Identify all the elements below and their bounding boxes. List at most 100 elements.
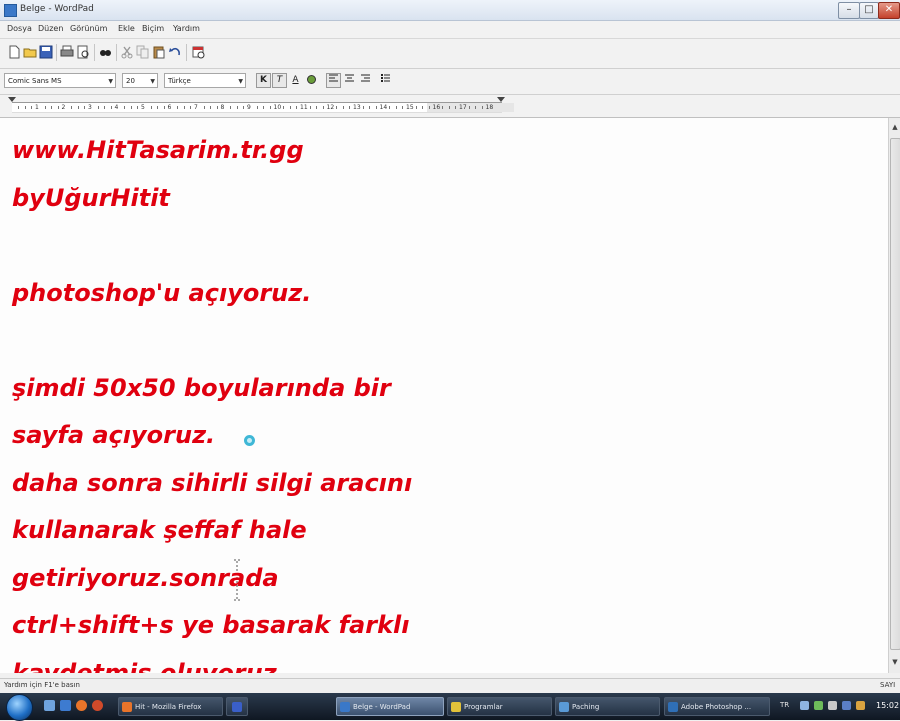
taskbar-item-programs[interactable]: Programlar xyxy=(447,697,552,716)
menu-edit[interactable]: Düzen xyxy=(38,24,63,33)
ruler-number: 5 xyxy=(141,104,145,111)
taskbar-item-label: Hit - Mozilla Firefox xyxy=(135,703,202,711)
language-indicator[interactable]: TR xyxy=(780,701,789,709)
ruler-number: 2 xyxy=(61,104,66,111)
show-desktop-icon[interactable] xyxy=(44,700,55,711)
taskbar-item-wordpad[interactable]: Belge - WordPad xyxy=(336,697,444,716)
ruler-tick xyxy=(455,106,457,109)
ruler-tick xyxy=(422,106,424,109)
clock[interactable]: 15:02 xyxy=(876,701,899,710)
font-name-select[interactable]: Comic Sans MS ▼ xyxy=(4,73,116,88)
ruler-tick xyxy=(18,106,20,109)
tray-app-icon[interactable] xyxy=(842,701,851,710)
paste-icon[interactable] xyxy=(152,45,166,59)
tray-app-icon[interactable] xyxy=(856,701,865,710)
status-help-text: Yardım için F1'e basın xyxy=(4,681,80,689)
document-area[interactable]: www.HitTasarim.tr.gg byUğurHitit photoshop… xyxy=(0,118,888,673)
print-icon[interactable] xyxy=(60,45,74,59)
taskbar-item-photoshop[interactable]: Adobe Photoshop ... xyxy=(664,697,770,716)
ruler-tick xyxy=(130,106,132,109)
start-button[interactable] xyxy=(6,694,33,721)
script-value: Türkçe xyxy=(168,77,191,85)
find-icon[interactable] xyxy=(98,45,112,59)
ruler-tick xyxy=(336,106,338,109)
taskbar-item-label: Belge - WordPad xyxy=(353,703,411,711)
copy-icon[interactable] xyxy=(136,45,150,59)
undo-icon[interactable] xyxy=(168,45,182,59)
ie-icon[interactable] xyxy=(60,700,71,711)
taskbar-item-unnamed[interactable] xyxy=(226,697,248,716)
close-button[interactable]: ✕ xyxy=(878,2,900,19)
ruler[interactable]: 1 2 3 4 5 6 7 8 9 10 11 12 13 14 15 16 17 18 xyxy=(0,95,900,118)
network-icon[interactable] xyxy=(800,701,809,710)
menu-help[interactable]: Yardım xyxy=(173,24,200,33)
document-line: photoshop'u açıyoruz. xyxy=(12,278,312,307)
align-center-button[interactable] xyxy=(342,73,357,88)
ruler-tick xyxy=(475,106,477,109)
ruler-tick xyxy=(349,106,351,109)
bullets-button[interactable] xyxy=(378,73,393,88)
ruler-number: 7 xyxy=(194,104,198,111)
scroll-thumb[interactable] xyxy=(890,138,900,650)
open-icon[interactable] xyxy=(23,45,37,59)
align-left-button[interactable] xyxy=(326,73,341,88)
ruler-number: 1 xyxy=(35,104,39,111)
ruler-tick xyxy=(190,106,192,109)
script-select[interactable]: Türkçe ▼ xyxy=(164,73,246,88)
format-toolbar: Comic Sans MS ▼ 20 ▼ Türkçe ▼ K T A xyxy=(0,69,900,95)
font-size-select[interactable]: 20 ▼ xyxy=(122,73,158,88)
menu-file[interactable]: Dosya xyxy=(7,24,32,33)
print-preview-icon[interactable] xyxy=(76,45,90,59)
document-line: sayfa açıyoruz. xyxy=(12,421,216,449)
taskbar-item-paching[interactable]: Paching xyxy=(555,697,660,716)
cut-icon[interactable] xyxy=(120,45,134,59)
ruler-tick xyxy=(448,106,450,109)
tray-app-icon[interactable] xyxy=(814,701,823,710)
minimize-button[interactable]: – xyxy=(838,2,860,19)
maximize-button[interactable]: □ xyxy=(859,2,879,19)
menu-insert[interactable]: Ekle xyxy=(118,24,135,33)
document-line: şimdi 50x50 boyularında bir xyxy=(12,373,391,402)
title-bar: Belge - WordPad – □ ✕ xyxy=(0,0,900,21)
wordpad-icon xyxy=(4,4,17,17)
ruler-tick xyxy=(283,106,285,109)
volume-icon[interactable] xyxy=(828,701,837,710)
ruler-tick xyxy=(481,106,483,109)
new-icon[interactable] xyxy=(7,45,21,59)
bold-button[interactable]: K xyxy=(256,73,271,88)
ruler-track: 1 2 3 4 5 6 7 8 9 10 11 12 13 14 15 16 17 18 xyxy=(12,102,514,113)
underline-button[interactable]: A xyxy=(288,73,303,88)
ruler-number: 15 xyxy=(406,104,414,111)
menu-view[interactable]: Görünüm xyxy=(70,24,107,33)
font-name-value: Comic Sans MS xyxy=(8,77,62,85)
media-icon[interactable] xyxy=(92,700,103,711)
ruler-tick xyxy=(263,106,265,109)
align-right-button[interactable] xyxy=(358,73,373,88)
ruler-tick xyxy=(124,106,126,109)
insert-datetime-icon[interactable] xyxy=(191,45,205,59)
scroll-down-icon[interactable]: ▼ xyxy=(889,655,900,669)
ruler-tick xyxy=(77,106,79,109)
toolbar-separator xyxy=(116,44,117,61)
menu-format[interactable]: Biçim xyxy=(142,24,164,33)
font-color-button[interactable] xyxy=(304,73,319,88)
ruler-number: 16 xyxy=(432,104,441,111)
document-line: www.HitTasarim.tr.gg xyxy=(12,136,304,164)
ruler-tick xyxy=(210,106,212,109)
ruler-tick xyxy=(402,106,404,109)
ruler-tick xyxy=(157,106,159,109)
toolbar-separator xyxy=(94,44,95,61)
firefox-icon[interactable] xyxy=(76,700,87,711)
save-icon[interactable] xyxy=(39,45,53,59)
ruler-number: 13 xyxy=(353,104,361,111)
italic-button[interactable]: T xyxy=(272,73,287,88)
folder-icon xyxy=(451,702,461,712)
right-indent-marker[interactable] xyxy=(497,97,505,102)
ruler-number: 4 xyxy=(114,104,119,111)
scroll-up-icon[interactable]: ▲ xyxy=(889,120,900,134)
ruler-tick xyxy=(309,106,311,109)
taskbar-item-firefox[interactable]: Hit - Mozilla Firefox xyxy=(118,697,223,716)
vertical-scrollbar[interactable]: ▲ ▼ xyxy=(888,118,900,673)
document-line: kaydetmiş oluyoruz. xyxy=(12,658,286,674)
first-line-indent-marker[interactable] xyxy=(8,97,16,102)
